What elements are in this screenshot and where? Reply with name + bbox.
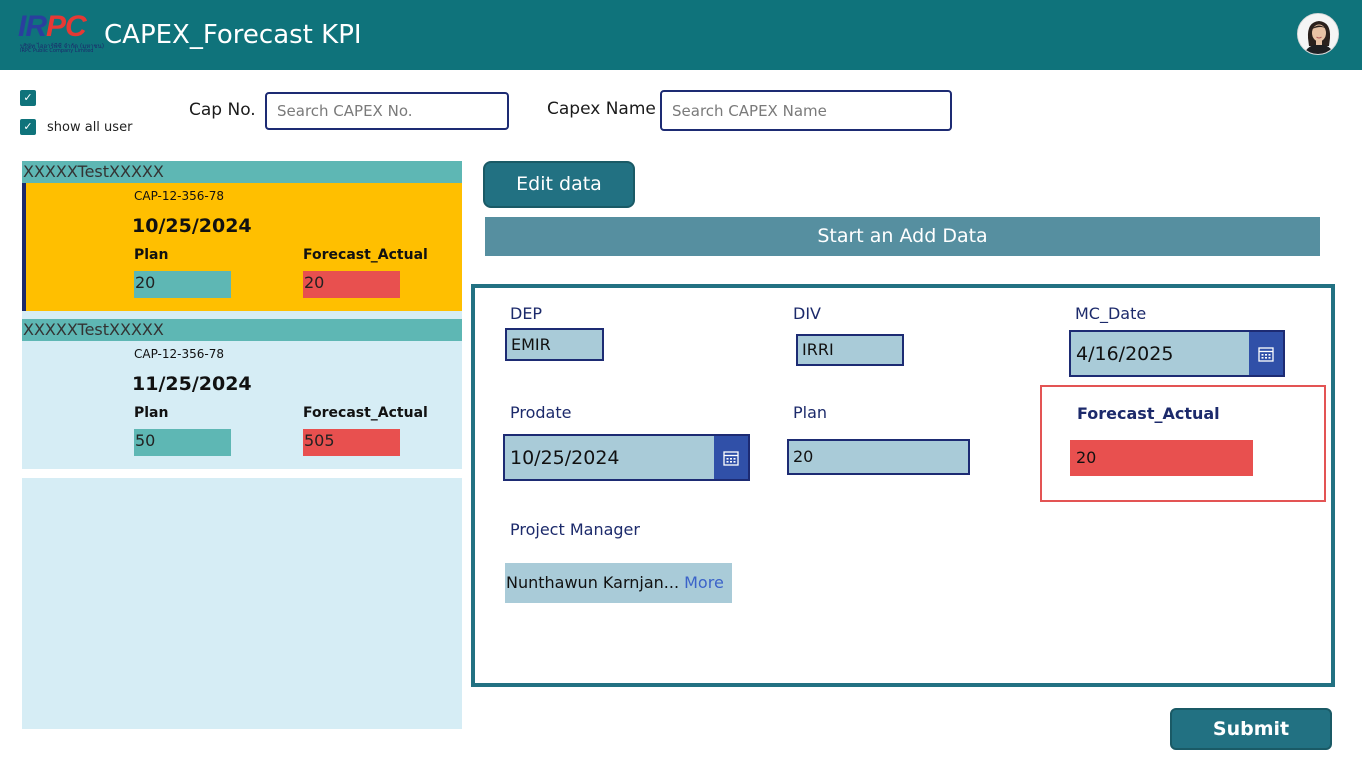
- show-all-user-label: show all user: [47, 120, 133, 135]
- card-name: XXXXXTestXXXXX: [22, 319, 462, 341]
- div-label: DIV: [793, 304, 821, 323]
- checkbox-check-icon: ✓: [23, 120, 33, 133]
- card-plan-value: 50: [134, 429, 231, 456]
- filter-checkbox[interactable]: ✓: [20, 90, 36, 106]
- card-body: CAP-12-356-78 10/25/2024 Plan Forecast_A…: [22, 183, 462, 311]
- cap-no-label: Cap No.: [189, 100, 256, 120]
- card-name: XXXXXTestXXXXX: [22, 161, 462, 183]
- avatar-icon: [1298, 14, 1338, 54]
- forecast-actual-input[interactable]: 20: [1070, 440, 1253, 476]
- project-manager-label: Project Manager: [510, 520, 640, 539]
- card-date: 11/25/2024: [132, 373, 252, 395]
- calendar-icon: [1258, 346, 1274, 362]
- prodate-value: 10/25/2024: [510, 447, 620, 469]
- cap-no-search-input[interactable]: [265, 92, 509, 130]
- gallery-separator: [22, 469, 462, 478]
- app-header: IRPC บริษัท ไออาร์พีซี จำกัด (มหาชน) IRP…: [0, 0, 1362, 70]
- card-forecast-value: 505: [303, 429, 400, 456]
- card-body: CAP-12-356-78 11/25/2024 Plan Forecast_A…: [22, 341, 462, 469]
- card-plan-label: Plan: [134, 247, 169, 263]
- add-data-banner-button[interactable]: Start an Add Data: [485, 217, 1320, 256]
- card-date: 10/25/2024: [132, 215, 252, 237]
- card-cap-no: CAP-12-356-78: [134, 347, 224, 361]
- plan-label: Plan: [793, 403, 828, 422]
- capex-name-search-input[interactable]: [660, 90, 952, 131]
- project-manager-field[interactable]: Nunthawun Karnjan... More: [505, 563, 732, 603]
- forecast-actual-label: Forecast_Actual: [1077, 404, 1220, 423]
- capex-gallery[interactable]: XXXXXTestXXXXX CAP-12-356-78 10/25/2024 …: [22, 161, 462, 729]
- prodate-picker[interactable]: 10/25/2024: [503, 434, 750, 481]
- mc-date-label: MC_Date: [1075, 304, 1147, 323]
- app-root: IRPC บริษัท ไออาร์พีซี จำกัด (มหาชน) IRP…: [0, 0, 1362, 765]
- user-avatar[interactable]: [1297, 13, 1339, 55]
- card-forecast-value: 20: [303, 271, 400, 298]
- edit-data-button[interactable]: Edit data: [483, 161, 635, 208]
- card-cap-no: CAP-12-356-78: [134, 189, 224, 203]
- prodate-calendar-button[interactable]: [714, 436, 748, 479]
- company-logo: IRPC บริษัท ไออาร์พีซี จำกัด (มหาชน) IRP…: [18, 10, 104, 56]
- show-all-user-checkbox[interactable]: ✓: [20, 119, 36, 135]
- div-input[interactable]: IRRI: [796, 334, 904, 366]
- app-title: CAPEX_Forecast KPI: [104, 20, 362, 50]
- mc-date-calendar-button[interactable]: [1249, 332, 1283, 375]
- mc-date-value: 4/16/2025: [1076, 343, 1174, 365]
- card-plan-value: 20: [134, 271, 231, 298]
- mc-date-picker[interactable]: 4/16/2025: [1069, 330, 1285, 377]
- logo-subtext-en: IRPC Public Company Limited: [20, 48, 94, 54]
- dep-label: DEP: [510, 304, 543, 323]
- project-manager-more-link[interactable]: More: [684, 573, 724, 592]
- card-plan-label: Plan: [134, 405, 169, 421]
- checkbox-check-icon: ✓: [23, 91, 33, 104]
- prodate-label: Prodate: [510, 403, 572, 422]
- capex-name-label: Capex Name: [547, 99, 656, 119]
- card-forecast-label: Forecast_Actual: [303, 405, 428, 421]
- dep-input[interactable]: EMIR: [505, 328, 604, 361]
- plan-input[interactable]: 20: [787, 439, 970, 475]
- logo-mark: IRPC: [18, 10, 87, 43]
- card-forecast-label: Forecast_Actual: [303, 247, 428, 263]
- calendar-icon: [723, 450, 739, 466]
- project-manager-value: Nunthawun Karnjan...: [506, 573, 680, 592]
- submit-button[interactable]: Submit: [1170, 708, 1332, 750]
